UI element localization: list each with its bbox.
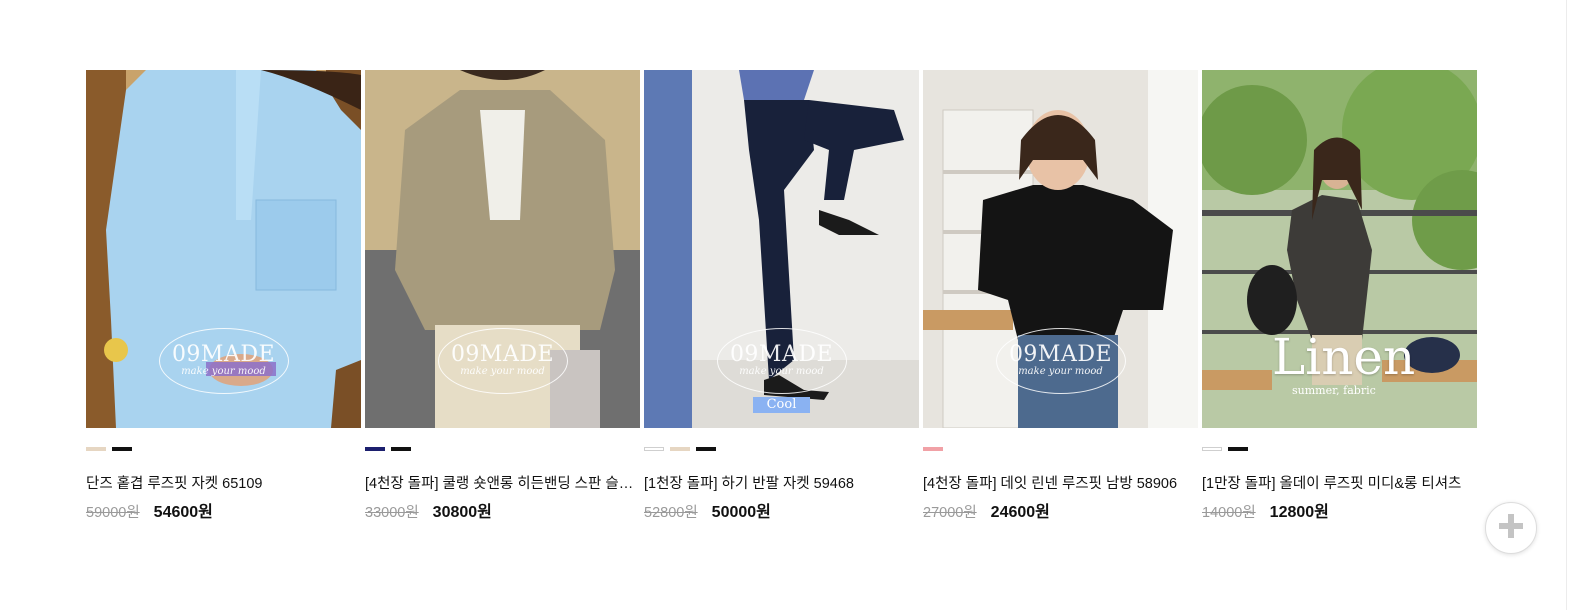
price-row: 33000원 30800원 <box>365 498 492 522</box>
product-card[interactable]: 09MADE make your mood 단즈 홑겹 루즈핏 자켓 65109… <box>86 70 361 530</box>
price-row: 27000원 24600원 <box>923 498 1050 522</box>
color-swatch[interactable] <box>644 447 664 451</box>
price-row: 14000원 12800원 <box>1202 498 1329 522</box>
product-name[interactable]: 단즈 홑겹 루즈핏 자켓 65109 <box>86 474 361 494</box>
color-swatches <box>365 447 411 451</box>
more-button[interactable] <box>1485 502 1537 554</box>
color-swatches <box>644 447 716 451</box>
product-name[interactable]: [1천장 돌파] 하기 반팔 자켓 59468 <box>644 474 919 494</box>
original-price: 52800원 <box>644 505 698 521</box>
image-overlay-title: Linen <box>1272 328 1416 386</box>
sale-price: 54600원 <box>153 504 213 521</box>
color-swatches <box>86 447 132 451</box>
image-overlay-subtitle: summer, fabric <box>1292 384 1376 397</box>
product-name[interactable]: [4천장 돌파] 쿨랭 숏앤롱 히든밴딩 스판 슬랙스 <box>365 474 640 494</box>
product-card[interactable]: 09MADE make your mood Cool [1천장 돌파] 하기 반… <box>644 70 919 530</box>
sale-price: 12800원 <box>1269 504 1329 521</box>
price-row: 59000원 54600원 <box>86 498 213 522</box>
product-card[interactable]: 09MADE make your mood [4천장 돌파] 쿨랭 숏앤롱 히든… <box>365 70 640 530</box>
color-swatch[interactable] <box>923 447 943 451</box>
plus-icon <box>1497 512 1525 544</box>
product-list: 09MADE make your mood 단즈 홑겹 루즈핏 자켓 65109… <box>86 70 1480 530</box>
sale-price: 30800원 <box>432 504 492 521</box>
color-swatch[interactable] <box>670 447 690 451</box>
original-price: 33000원 <box>365 505 419 521</box>
price-row: 52800원 50000원 <box>644 498 771 522</box>
product-name[interactable]: [4천장 돌파] 데잇 린넨 루즈핏 남방 58906 <box>923 474 1198 494</box>
product-image[interactable]: 09MADE make your mood Cool <box>644 70 919 428</box>
color-swatch[interactable] <box>1202 447 1222 451</box>
color-swatches <box>1202 447 1248 451</box>
watermark-logo: 09MADE make your mood <box>995 328 1126 394</box>
original-price: 59000원 <box>86 505 140 521</box>
color-swatch[interactable] <box>112 447 132 451</box>
color-swatch[interactable] <box>365 447 385 451</box>
watermark-logo: 09MADE make your mood <box>437 328 568 394</box>
sale-price: 24600원 <box>990 504 1050 521</box>
watermark-logo: 09MADE make your mood <box>716 328 847 394</box>
product-image[interactable]: 09MADE make your mood <box>86 70 361 428</box>
color-swatch[interactable] <box>1228 447 1248 451</box>
original-price: 27000원 <box>923 505 977 521</box>
product-image[interactable]: Linen summer, fabric <box>1202 70 1477 428</box>
product-name[interactable]: [1만장 돌파] 올데이 루즈핏 미디&롱 티셔츠 <box>1202 474 1477 494</box>
product-card[interactable]: 09MADE make your mood [4천장 돌파] 데잇 린넨 루즈핏… <box>923 70 1198 530</box>
color-swatches <box>923 447 943 451</box>
sale-price: 50000원 <box>711 504 771 521</box>
image-overlay-label: Cool <box>753 397 810 413</box>
product-image[interactable]: 09MADE make your mood <box>365 70 640 428</box>
watermark-logo: 09MADE make your mood <box>158 328 289 394</box>
color-swatch[interactable] <box>86 447 106 451</box>
original-price: 14000원 <box>1202 505 1256 521</box>
color-swatch[interactable] <box>696 447 716 451</box>
color-swatch[interactable] <box>391 447 411 451</box>
page-scrollbar[interactable] <box>1566 0 1593 610</box>
product-card[interactable]: Linen summer, fabric [1만장 돌파] 올데이 루즈핏 미디… <box>1202 70 1477 530</box>
product-image[interactable]: 09MADE make your mood <box>923 70 1198 428</box>
